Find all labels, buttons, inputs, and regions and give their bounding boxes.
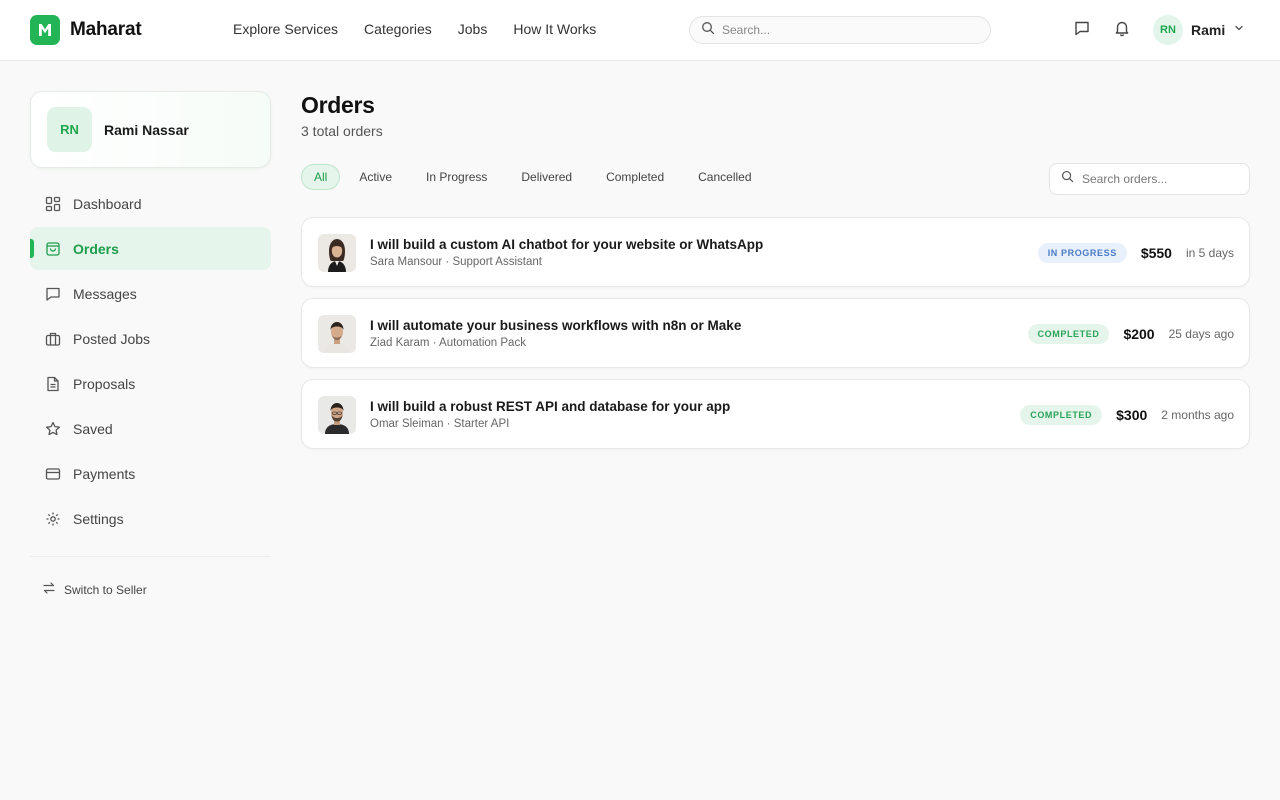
sidebar-item-dashboard[interactable]: Dashboard (30, 182, 271, 225)
briefcase-icon (45, 331, 61, 347)
order-price: $300 (1116, 407, 1148, 423)
chevron-down-icon (1233, 21, 1245, 39)
sidebar-item-saved[interactable]: Saved (30, 407, 271, 450)
order-due: in 5 days (1185, 246, 1234, 260)
message-icon (45, 286, 61, 302)
switch-seller-label: Switch to Seller (64, 582, 147, 597)
gear-icon (45, 511, 61, 527)
status-badge: COMPLETED (1027, 324, 1110, 344)
order-search-input[interactable] (1082, 172, 1232, 186)
global-search (689, 16, 991, 44)
nav-explore-services[interactable]: Explore Services (233, 21, 338, 37)
orders-list: I will build a custom AI chatbot for you… (301, 217, 1250, 460)
sidebar-item-label: Orders (73, 240, 119, 257)
profile-name: Rami Nassar (104, 121, 189, 138)
sidebar-item-label: Saved (73, 420, 113, 437)
order-title: I will build a custom AI chatbot for you… (370, 237, 764, 252)
order-summary: IN PROGRESS $550 in 5 days (1037, 218, 1234, 288)
sidebar-item-label: Dashboard (73, 195, 142, 212)
sidebar-nav: Dashboard Orders Messages Posted Jobs Pr… (30, 182, 271, 542)
sidebar-item-payments[interactable]: Payments (30, 452, 271, 495)
sidebar-item-label: Settings (73, 510, 124, 527)
nav-categories[interactable]: Categories (364, 21, 432, 37)
sidebar-item-posted-jobs[interactable]: Posted Jobs (30, 317, 271, 360)
profile-avatar: RN (47, 107, 92, 152)
sidebar-divider (30, 556, 271, 557)
status-badge: IN PROGRESS (1037, 243, 1127, 263)
order-title: I will build a robust REST API and datab… (370, 399, 731, 414)
order-filter-tabs: All Active In Progress Delivered Complet… (301, 164, 770, 190)
tab-all[interactable]: All (301, 164, 341, 190)
search-icon (701, 21, 715, 40)
brand-logo[interactable]: Maharat (30, 15, 142, 45)
order-title: I will automate your business workflows … (370, 318, 742, 333)
order-meta: Ziad Karam · Automation Pack (370, 337, 526, 349)
sidebar-item-messages[interactable]: Messages (30, 272, 271, 315)
nav-how-it-works[interactable]: How It Works (513, 21, 596, 37)
order-card[interactable]: I will build a custom AI chatbot for you… (301, 217, 1250, 287)
sidebar-item-settings[interactable]: Settings (30, 497, 271, 540)
sidebar-item-label: Payments (73, 465, 136, 482)
shopping-bag-icon (45, 241, 61, 257)
orders-count: 3 total orders (301, 123, 383, 139)
order-meta: Omar Sleiman · Starter API (370, 418, 510, 430)
order-price: $200 (1123, 326, 1155, 342)
notifications-button[interactable] (1112, 20, 1132, 40)
sidebar-item-proposals[interactable]: Proposals (30, 362, 271, 405)
credit-card-icon (45, 466, 61, 482)
order-summary: COMPLETED $300 2 months ago (1020, 380, 1234, 450)
tab-completed[interactable]: Completed (590, 164, 680, 190)
tab-delivered[interactable]: Delivered (505, 164, 588, 190)
seller-avatar (318, 234, 356, 272)
order-meta: Sara Mansour · Support Assistant (370, 256, 542, 268)
switch-to-seller-button[interactable]: Switch to Seller (42, 581, 147, 598)
grid-icon (45, 196, 61, 212)
avatar: RN (1153, 15, 1183, 45)
tab-in-progress[interactable]: In Progress (410, 164, 503, 190)
profile-card[interactable]: RN Rami Nassar (30, 91, 271, 168)
sidebar-item-label: Messages (73, 285, 137, 302)
messages-button[interactable] (1072, 20, 1092, 40)
order-search (1049, 163, 1250, 195)
sidebar-item-orders[interactable]: Orders (30, 227, 271, 270)
order-due: 25 days ago (1168, 327, 1234, 341)
status-badge: COMPLETED (1020, 405, 1103, 425)
search-icon (1061, 170, 1074, 188)
search-input[interactable] (722, 23, 972, 37)
tab-active[interactable]: Active (343, 164, 408, 190)
bell-icon (1113, 19, 1131, 42)
top-navbar: Maharat Explore Services Categories Jobs… (0, 0, 1280, 61)
seller-avatar (318, 396, 356, 434)
order-card[interactable]: I will build a robust REST API and datab… (301, 379, 1250, 449)
user-first-name: Rami (1191, 22, 1226, 38)
document-icon (45, 376, 61, 392)
main-nav: Explore Services Categories Jobs How It … (233, 21, 596, 37)
order-price: $550 (1140, 245, 1172, 261)
logo-mark-icon (30, 15, 60, 45)
chat-icon (1073, 19, 1091, 42)
order-summary: COMPLETED $200 25 days ago (1027, 299, 1234, 369)
seller-avatar (318, 315, 356, 353)
order-due: 2 months ago (1161, 408, 1234, 422)
sidebar-item-label: Proposals (73, 375, 136, 392)
order-card[interactable]: I will automate your business workflows … (301, 298, 1250, 368)
tab-cancelled[interactable]: Cancelled (682, 164, 767, 190)
swap-icon (42, 581, 56, 598)
nav-jobs[interactable]: Jobs (458, 21, 488, 37)
brand-name: Maharat (70, 19, 142, 40)
sidebar-item-label: Posted Jobs (73, 330, 151, 347)
star-icon (45, 421, 61, 437)
user-menu[interactable]: RN Rami (1153, 15, 1245, 45)
page-title: Orders (301, 92, 375, 118)
